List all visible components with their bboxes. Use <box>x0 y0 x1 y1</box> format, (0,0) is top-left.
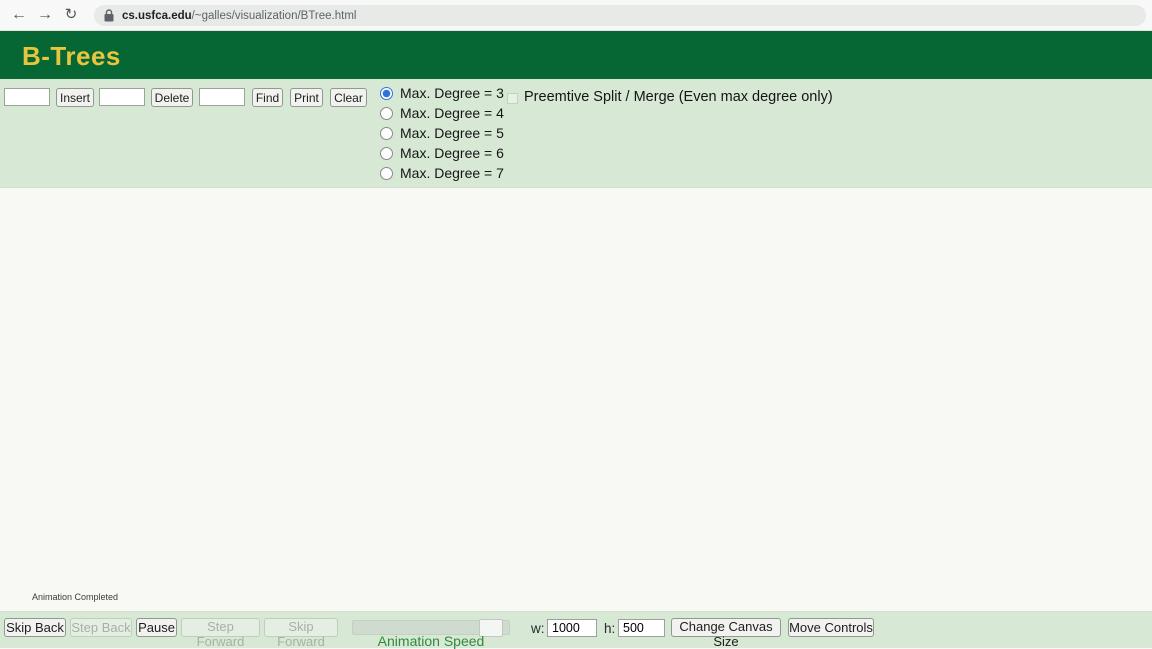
url-path: /~galles/visualization/BTree.html <box>191 9 357 22</box>
skip-forward-button[interactable]: Skip Forward <box>264 618 338 649</box>
radio-max-degree-6-input[interactable] <box>380 146 393 160</box>
canvas-height-label: h: <box>604 621 616 636</box>
browser-toolbar: ← → ↻ cs.usfca.edu/~galles/visualization… <box>0 0 1152 31</box>
radio-max-degree-6[interactable]: Max. Degree = 6 <box>380 143 504 163</box>
max-degree-radio-group: Max. Degree = 3 Max. Degree = 4 Max. Deg… <box>380 83 504 183</box>
print-button[interactable]: Print <box>290 88 323 107</box>
radio-max-degree-7-label: Max. Degree = 7 <box>400 165 504 181</box>
algorithm-control-panel: Insert Delete Find Print Clear Max. Degr… <box>0 79 1152 188</box>
canvas-width-label: w: <box>531 621 545 636</box>
page-title: B-Trees <box>22 41 121 71</box>
find-value-input[interactable] <box>199 88 245 106</box>
radio-max-degree-5[interactable]: Max. Degree = 5 <box>380 123 504 143</box>
preemptive-split-merge-checkbox[interactable]: Preemtive Split / Merge (Even max degree… <box>507 89 833 105</box>
radio-max-degree-7-input[interactable] <box>380 166 393 180</box>
delete-button[interactable]: Delete <box>151 88 193 107</box>
radio-max-degree-4-label: Max. Degree = 4 <box>400 105 504 121</box>
radio-max-degree-5-input[interactable] <box>380 126 393 140</box>
change-canvas-size-button[interactable]: Change Canvas Size <box>671 618 781 649</box>
radio-max-degree-4[interactable]: Max. Degree = 4 <box>380 103 504 123</box>
back-icon[interactable]: ← <box>8 4 30 26</box>
address-bar[interactable]: cs.usfca.edu/~galles/visualization/BTree… <box>94 5 1146 26</box>
forward-icon[interactable]: → <box>34 4 56 26</box>
canvas-width-input[interactable] <box>547 619 597 637</box>
radio-max-degree-3[interactable]: Max. Degree = 3 <box>380 83 504 103</box>
delete-value-input[interactable] <box>99 88 145 106</box>
step-forward-button[interactable]: Step Forward <box>181 618 260 649</box>
step-back-button[interactable]: Step Back <box>70 618 132 637</box>
clear-button[interactable]: Clear <box>330 88 367 107</box>
animation-status-text: Animation Completed <box>32 592 119 602</box>
radio-max-degree-7[interactable]: Max. Degree = 7 <box>380 163 504 183</box>
radio-max-degree-4-input[interactable] <box>380 106 393 120</box>
pause-button[interactable]: Pause <box>136 618 177 637</box>
insert-value-input[interactable] <box>4 88 50 106</box>
url-text: cs.usfca.edu/~galles/visualization/BTree… <box>122 10 356 22</box>
reload-icon[interactable]: ↻ <box>60 4 82 26</box>
preemptive-split-merge-label: Preemtive Split / Merge (Even max degree… <box>524 89 833 105</box>
page-header: B-Trees <box>0 31 1152 79</box>
visualization-canvas <box>0 189 1152 611</box>
move-controls-button[interactable]: Move Controls <box>788 618 874 637</box>
radio-max-degree-3-input[interactable] <box>380 86 393 100</box>
url-host: cs.usfca.edu <box>122 9 192 22</box>
canvas-height-input[interactable] <box>618 619 665 637</box>
preemptive-split-merge-checkbox-input[interactable] <box>507 92 518 104</box>
skip-back-button[interactable]: Skip Back <box>4 618 66 637</box>
radio-max-degree-5-label: Max. Degree = 5 <box>400 125 504 141</box>
lock-icon <box>104 9 114 22</box>
playback-control-bar: Skip Back Step Back Pause Step Forward S… <box>0 611 1152 649</box>
radio-max-degree-6-label: Max. Degree = 6 <box>400 145 504 161</box>
animation-speed-label: Animation Speed <box>377 633 485 649</box>
find-button[interactable]: Find <box>252 88 283 107</box>
insert-button[interactable]: Insert <box>56 88 94 107</box>
radio-max-degree-3-label: Max. Degree = 3 <box>400 85 504 101</box>
